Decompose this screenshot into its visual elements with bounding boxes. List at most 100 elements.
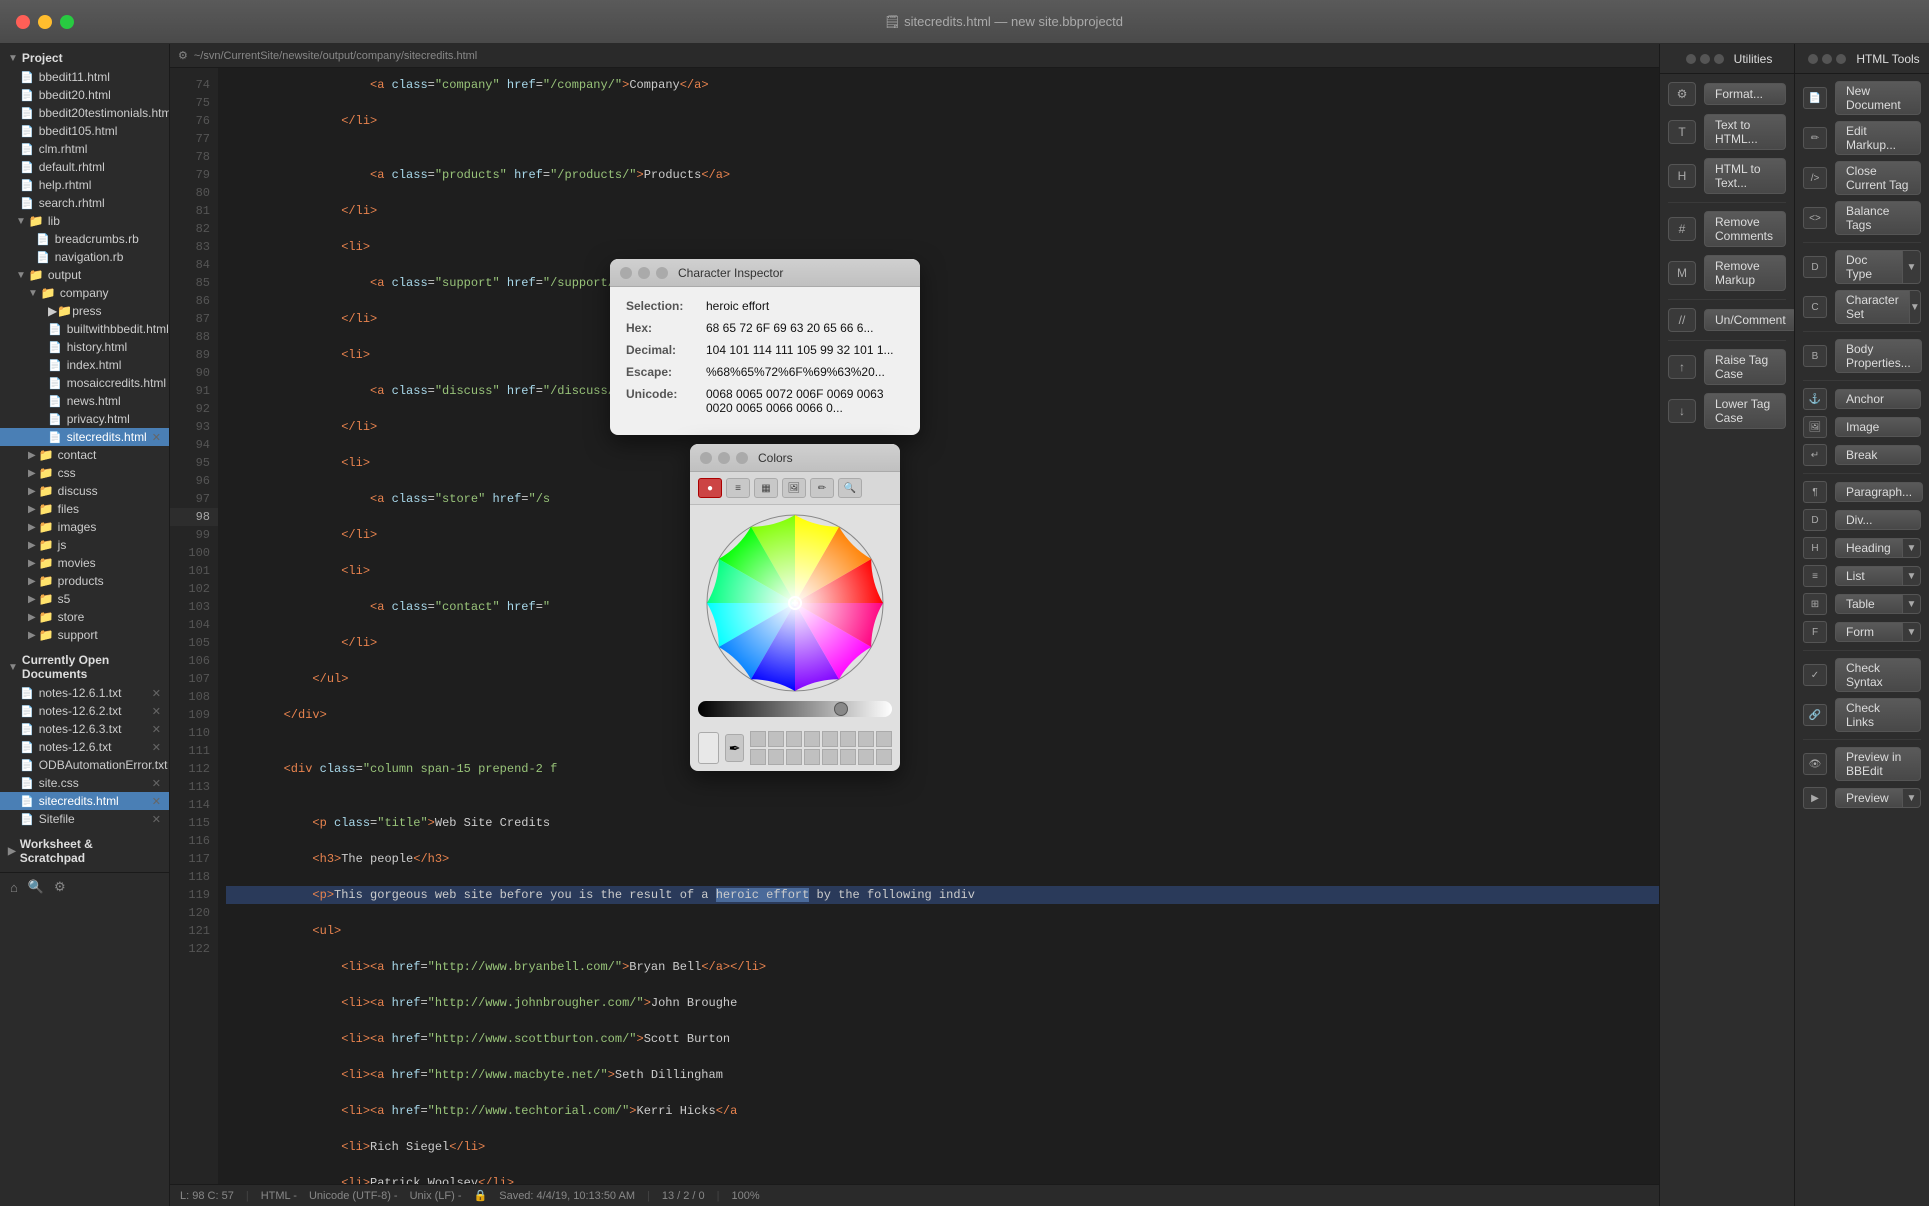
sidebar-item[interactable]: 📄bbedit20.html [0,86,169,104]
edit-markup-button[interactable]: Edit Markup... [1835,121,1921,155]
sidebar-item-notes1[interactable]: 📄notes-12.6.1.txt ✕ [0,684,169,702]
balance-tags-icon[interactable]: <> [1803,207,1827,229]
div-button[interactable]: Div... [1835,510,1921,530]
color-cell[interactable] [750,749,766,765]
sidebar-subfolder-movies[interactable]: ▶ 📁movies [0,554,169,572]
sidebar-search-button[interactable]: 🔍 [26,877,46,897]
form-dropdown[interactable]: Form ▼ [1835,622,1921,642]
div-icon[interactable]: D [1803,509,1827,531]
sidebar-item[interactable]: 📄mosaiccredits.html [0,374,169,392]
break-icon[interactable]: ↵ [1803,444,1827,466]
sidebar-item-notes3[interactable]: 📄notes-12.6.3.txt ✕ [0,720,169,738]
color-loupe-btn[interactable]: 🔍 [838,478,862,498]
close-icon[interactable]: ✕ [152,723,161,736]
close-icon[interactable]: ✕ [152,431,161,444]
close-icon[interactable]: ✕ [152,705,161,718]
sidebar-item[interactable]: 📄index.html [0,356,169,374]
anchor-icon[interactable]: ⚓ [1803,388,1827,410]
close-icon[interactable]: ✕ [152,741,161,754]
table-icon[interactable]: ⊞ [1803,593,1827,615]
sidebar-item-odbauto[interactable]: 📄ODBAutomationError.txt ✕ [0,756,169,774]
sidebar-settings-button[interactable]: ⚙ [52,877,68,897]
sidebar-item[interactable]: 📄privacy.html [0,410,169,428]
color-wheel-btn[interactable]: ● [698,478,722,498]
color-palette-btn[interactable]: ▦ [754,478,778,498]
body-props-icon[interactable]: B [1803,345,1827,367]
color-cell[interactable] [840,749,856,765]
project-header[interactable]: ▼ Project [0,48,169,68]
sidebar-item-notes4[interactable]: 📄notes-12.6.txt ✕ [0,738,169,756]
paragraph-button[interactable]: Paragraph... [1835,482,1923,502]
format-button[interactable]: Format... [1704,83,1786,105]
check-syntax-button[interactable]: Check Syntax [1835,658,1921,692]
color-cell[interactable] [786,731,802,747]
maximize-button[interactable] [60,15,74,29]
sidebar-folder-lib[interactable]: ▼ 📁lib [0,212,169,230]
uncomment-button[interactable]: Un/Comment [1704,309,1795,331]
image-button[interactable]: Image [1835,417,1921,437]
color-cell[interactable] [840,731,856,747]
list-dropdown[interactable]: List ▼ [1835,566,1921,586]
lower-tag-button[interactable]: Lower Tag Case [1704,393,1786,429]
remove-comments-icon[interactable]: # [1668,217,1696,241]
color-cell[interactable] [750,731,766,747]
char-set-dropdown[interactable]: Character Set ▼ [1835,290,1921,324]
color-cell[interactable] [876,731,892,747]
color-pencil-btn[interactable]: ✏ [810,478,834,498]
sidebar-item[interactable]: 📄clm.rhtml [0,140,169,158]
color-cell[interactable] [786,749,802,765]
sidebar-folder-output[interactable]: ▼ 📁output [0,266,169,284]
lower-tag-icon[interactable]: ↓ [1668,399,1696,423]
sidebar-subfolder-discuss[interactable]: ▶ 📁discuss [0,482,169,500]
new-document-button[interactable]: New Document [1835,81,1921,115]
open-docs-header[interactable]: ▼ Currently Open Documents [0,650,169,684]
code-content[interactable]: <a class="company" href="/company/">Comp… [218,68,1659,1184]
html-to-text-button[interactable]: HTML to Text... [1704,158,1786,194]
preview-icon[interactable]: ▶ [1803,787,1827,809]
anchor-button[interactable]: Anchor [1835,389,1921,409]
sidebar-subfolder-contact[interactable]: ▶ 📁contact [0,446,169,464]
sidebar-subfolder-files[interactable]: ▶ 📁files [0,500,169,518]
sidebar-item-notes2[interactable]: 📄notes-12.6.2.txt ✕ [0,702,169,720]
preview-bbedit-button[interactable]: Preview in BBEdit [1835,747,1921,781]
check-links-icon[interactable]: 🔗 [1803,704,1827,726]
sidebar-item[interactable]: 📄help.rhtml [0,176,169,194]
sidebar-item[interactable]: 📄history.html [0,338,169,356]
raise-tag-icon[interactable]: ↑ [1668,355,1696,379]
sidebar-subfolder-js[interactable]: ▶ 📁js [0,536,169,554]
color-cell[interactable] [768,749,784,765]
close-icon[interactable]: ✕ [152,777,161,790]
preview-bbedit-icon[interactable]: 👁 [1803,753,1827,775]
char-set-icon[interactable]: C [1803,296,1827,318]
close-icon[interactable]: ✕ [152,795,161,808]
sidebar-subfolder-store[interactable]: ▶ 📁store [0,608,169,626]
encoding[interactable]: Unicode (UTF-8) - [309,1190,398,1202]
text-to-html-button[interactable]: Text to HTML... [1704,114,1786,150]
check-syntax-icon[interactable]: ✓ [1803,664,1827,686]
code-editor[interactable]: 74 75 76 77 78 79 80 81 82 83 84 85 86 8… [170,68,1659,1184]
sidebar-subfolder-company[interactable]: ▼ 📁company [0,284,169,302]
sidebar-item[interactable]: 📄search.rhtml [0,194,169,212]
preview-dropdown[interactable]: Preview ▼ [1835,788,1921,808]
color-wheel[interactable] [705,513,885,693]
sidebar-subfolder-css[interactable]: ▶ 📁css [0,464,169,482]
worksheet-header[interactable]: ▶ Worksheet & Scratchpad [0,834,169,868]
color-cell[interactable] [768,731,784,747]
sidebar-item-sitefile[interactable]: 📄Sitefile ✕ [0,810,169,828]
sidebar-item-sitecss[interactable]: 📄site.css ✕ [0,774,169,792]
remove-markup-button[interactable]: Remove Markup [1704,255,1786,291]
remove-comments-button[interactable]: Remove Comments [1704,211,1786,247]
brightness-slider[interactable] [698,701,892,717]
heading-icon[interactable]: H [1803,537,1827,559]
doc-type-icon[interactable]: D [1803,256,1827,278]
tab-utilities[interactable]: Utilities [1660,44,1795,73]
break-button[interactable]: Break [1835,445,1921,465]
close-tag-icon[interactable]: /> [1803,167,1827,189]
color-cell[interactable] [858,749,874,765]
raise-tag-button[interactable]: Raise Tag Case [1704,349,1786,385]
sidebar-item[interactable]: 📄news.html [0,392,169,410]
close-button[interactable] [16,15,30,29]
sidebar-item[interactable]: 📄navigation.rb [0,248,169,266]
sidebar-item-sitecredits[interactable]: 📄sitecredits.html ✕ [0,428,169,446]
color-cell[interactable] [858,731,874,747]
